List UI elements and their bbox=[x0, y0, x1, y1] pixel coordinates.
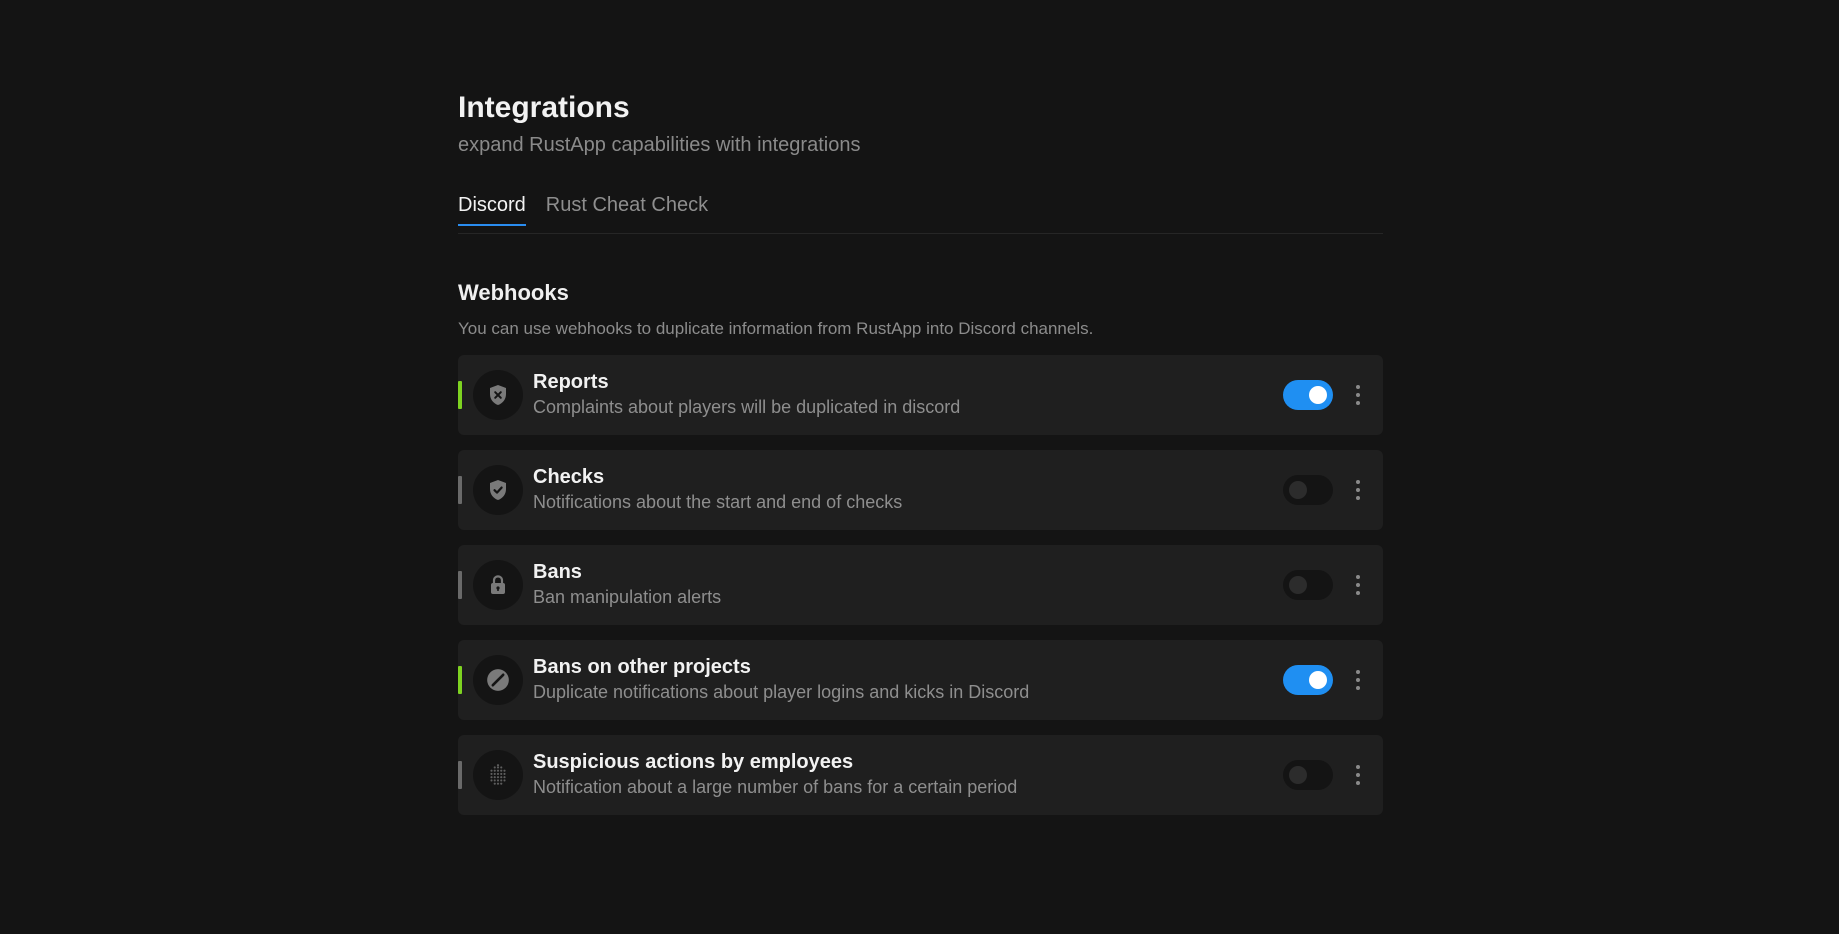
webhook-text: Reports Complaints about players will be… bbox=[533, 369, 960, 419]
enable-toggle[interactable] bbox=[1283, 760, 1333, 790]
status-indicator bbox=[458, 666, 462, 694]
webhook-name: Checks bbox=[533, 466, 605, 488]
webhook-name: Bans bbox=[533, 561, 582, 583]
toggle-knob bbox=[1289, 766, 1307, 784]
more-options-icon[interactable] bbox=[1353, 474, 1363, 506]
webhook-name: Reports bbox=[533, 371, 609, 393]
webhook-description: Ban manipulation alerts bbox=[533, 587, 722, 607]
webhook-text: Suspicious actions by employees Notifica… bbox=[533, 749, 1017, 799]
enable-toggle[interactable] bbox=[1283, 475, 1333, 505]
webhook-item-bans-other-projects: Bans on other projects Duplicate notific… bbox=[458, 640, 1383, 720]
toggle-knob bbox=[1289, 481, 1307, 499]
page-title: Integrations bbox=[458, 91, 630, 124]
section-title: Webhooks bbox=[458, 280, 569, 305]
status-indicator bbox=[458, 381, 462, 409]
toggle-knob bbox=[1309, 671, 1327, 689]
integrations-page: Integrations expand RustApp capabilities… bbox=[458, 86, 1383, 830]
tab-bar: Discord Rust Cheat Check bbox=[458, 183, 1383, 234]
webhook-name: Bans on other projects bbox=[533, 656, 751, 678]
prohibited-icon bbox=[473, 655, 523, 705]
toggle-knob bbox=[1309, 386, 1327, 404]
webhook-description: Notifications about the start and end of… bbox=[533, 492, 903, 512]
enable-toggle[interactable] bbox=[1283, 665, 1333, 695]
enable-toggle[interactable] bbox=[1283, 570, 1333, 600]
more-options-icon[interactable] bbox=[1353, 569, 1363, 601]
webhook-item-bans: Bans Ban manipulation alerts bbox=[458, 545, 1383, 625]
more-options-icon[interactable] bbox=[1353, 379, 1363, 411]
webhook-text: Bans on other projects Duplicate notific… bbox=[533, 654, 1029, 704]
status-indicator bbox=[458, 476, 462, 504]
webhook-description: Complaints about players will be duplica… bbox=[533, 397, 961, 417]
webhook-item-suspicious-actions: Suspicious actions by employees Notifica… bbox=[458, 735, 1383, 815]
webhook-description: Duplicate notifications about player log… bbox=[533, 682, 1030, 702]
webhook-name: Suspicious actions by employees bbox=[533, 751, 854, 773]
section-description: You can use webhooks to duplicate inform… bbox=[458, 319, 1094, 338]
more-options-icon[interactable] bbox=[1353, 759, 1363, 791]
webhook-text: Checks Notifications about the start and… bbox=[533, 464, 902, 514]
webhook-description: Notification about a large number of ban… bbox=[533, 777, 1018, 797]
more-options-icon[interactable] bbox=[1353, 664, 1363, 696]
page-subtitle: expand RustApp capabilities with integra… bbox=[458, 134, 861, 156]
toggle-knob bbox=[1289, 576, 1307, 594]
status-indicator bbox=[458, 761, 462, 789]
webhook-item-reports: Reports Complaints about players will be… bbox=[458, 355, 1383, 435]
webhook-text: Bans Ban manipulation alerts bbox=[533, 559, 721, 609]
shield-x-icon bbox=[473, 370, 523, 420]
shield-check-icon bbox=[473, 465, 523, 515]
fingerprint-icon bbox=[473, 750, 523, 800]
status-indicator bbox=[458, 571, 462, 599]
enable-toggle[interactable] bbox=[1283, 380, 1333, 410]
webhook-list: Reports Complaints about players will be… bbox=[458, 355, 1383, 815]
tab-rust-cheat-check[interactable]: Rust Cheat Check bbox=[546, 183, 708, 225]
lock-icon bbox=[473, 560, 523, 610]
webhook-item-checks: Checks Notifications about the start and… bbox=[458, 450, 1383, 530]
tab-discord[interactable]: Discord bbox=[458, 183, 526, 226]
